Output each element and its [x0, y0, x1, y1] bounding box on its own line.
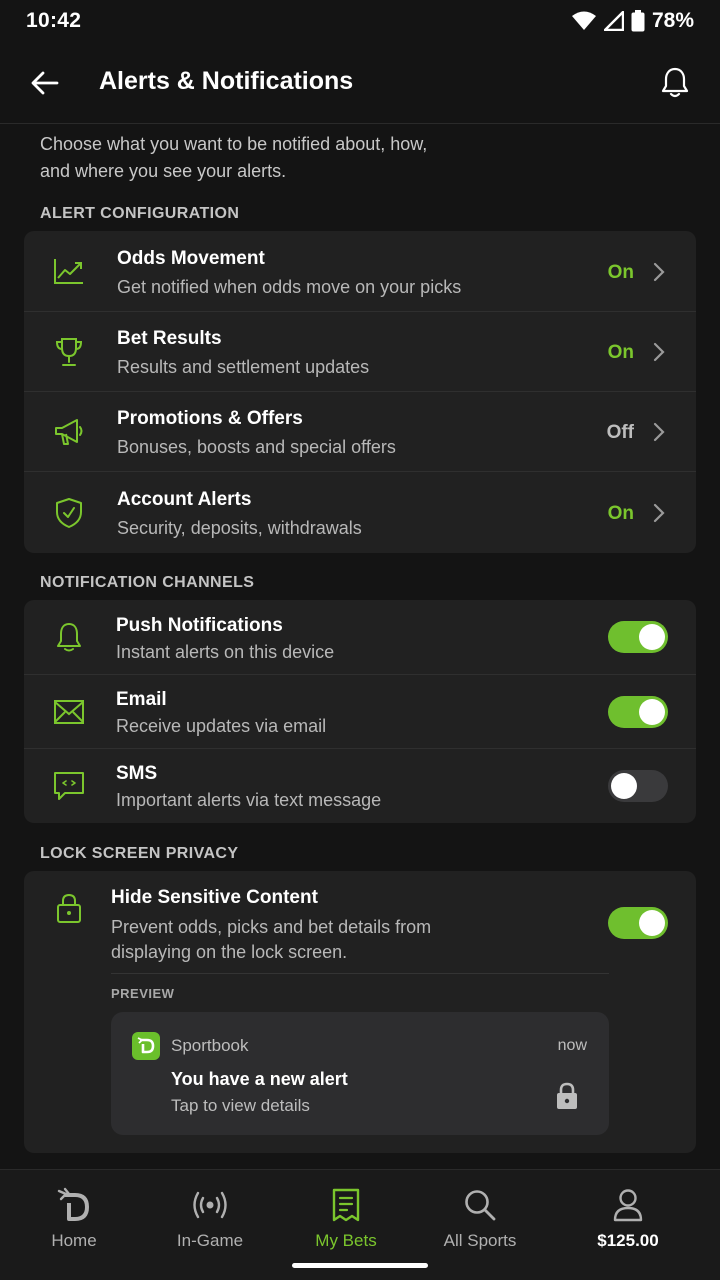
alert-subtitle: Results and settlement updates — [117, 357, 370, 377]
nav-label: My Bets — [315, 1231, 377, 1250]
alert-configuration-card: Odds Movement Get notified when odds mov… — [24, 231, 696, 553]
alert-title: Account Alerts — [117, 489, 252, 510]
notification-app-name: Sportbook — [171, 1036, 249, 1055]
channel-subtitle: Instant alerts on this device — [116, 642, 335, 662]
status-time: 10:42 — [26, 9, 82, 32]
status-bar: 10:42 78% — [0, 0, 720, 42]
nav-item-all-sports[interactable]: All Sports — [410, 1180, 550, 1260]
lock-icon — [557, 1082, 577, 1109]
chevron-right-icon — [653, 262, 665, 282]
channel-title: SMS — [116, 763, 158, 784]
home-indicator — [292, 1263, 428, 1268]
search-icon — [461, 1186, 499, 1224]
hide-sensitive-subtitle: Prevent odds, picks and bet details from… — [111, 915, 431, 965]
battery-percentage: 78% — [651, 9, 694, 32]
nav-item-home[interactable]: Home — [4, 1180, 144, 1260]
alert-state: On — [607, 503, 634, 524]
bell-icon — [661, 67, 689, 98]
alert-subtitle: Bonuses, boosts and special offers — [117, 437, 396, 457]
nav-item-in-game[interactable]: In-Game — [140, 1180, 280, 1260]
preview-label: PREVIEW — [111, 986, 175, 1001]
shield-check-icon — [52, 496, 86, 530]
notifications-button[interactable] — [658, 64, 692, 100]
intro-line-1: Choose what you want to be notified abou… — [40, 134, 428, 154]
alert-title: Promotions & Offers — [117, 408, 303, 429]
sms-toggle[interactable] — [608, 770, 668, 802]
toggle-knob — [639, 910, 665, 936]
toggle-knob — [639, 699, 665, 725]
channel-subtitle: Receive updates via email — [116, 716, 327, 736]
trophy-icon — [52, 335, 86, 369]
alert-subtitle: Security, deposits, withdrawals — [117, 518, 362, 538]
notification-channels-card: Push Notifications Instant alerts on thi… — [24, 600, 696, 823]
notification-preview: Sportbook now You have a new alert Tap t… — [111, 1012, 609, 1135]
app-bar: Alerts & Notifications — [0, 42, 720, 124]
back-button[interactable] — [28, 66, 62, 100]
alert-state: On — [607, 342, 634, 363]
chevron-right-icon — [653, 422, 665, 442]
trending-chart-icon — [52, 254, 86, 288]
alert-state: On — [607, 262, 634, 283]
subtitle-line-2: displaying on the lock screen. — [111, 942, 348, 962]
battery-icon — [631, 10, 645, 32]
hide-sensitive-toggle[interactable] — [608, 907, 668, 939]
intro-line-2: and where you see your alerts. — [40, 161, 287, 181]
cellular-signal-icon — [603, 11, 624, 31]
nav-item-my-bets[interactable]: My Bets — [276, 1180, 416, 1260]
section-heading-alert-configuration: ALERT CONFIGURATION — [40, 205, 240, 222]
nav-label: In-Game — [176, 1231, 244, 1250]
email-toggle[interactable] — [608, 696, 668, 728]
alert-subtitle: Get notified when odds move on your pick… — [117, 277, 462, 297]
chevron-right-icon — [653, 503, 665, 523]
notification-subtitle: Tap to view details — [171, 1096, 310, 1115]
bell-icon — [52, 620, 86, 654]
alert-row-account-alerts[interactable]: Account Alerts Security, deposits, withd… — [24, 472, 696, 553]
channel-row-email: Email Receive updates via email — [24, 675, 696, 749]
lock-screen-privacy-card: Hide Sensitive Content Prevent odds, pic… — [24, 871, 696, 1153]
toggle-knob — [611, 773, 637, 799]
notification-title: You have a new alert — [171, 1069, 348, 1089]
subtitle-line-1: Prevent odds, picks and bet details from — [111, 917, 432, 937]
alert-row-odds-movement[interactable]: Odds Movement Get notified when odds mov… — [24, 231, 696, 312]
alert-row-promotions-offers[interactable]: Promotions & Offers Bonuses, boosts and … — [24, 392, 696, 472]
live-signal-icon — [191, 1186, 229, 1224]
channel-row-sms: SMS Important alerts via text message — [24, 749, 696, 823]
alert-state: Off — [606, 422, 634, 443]
alert-title: Odds Movement — [117, 248, 265, 269]
nav-item-account[interactable]: $125.00 — [558, 1180, 698, 1260]
home-logo-icon — [55, 1186, 93, 1224]
page-title: Alerts & Notifications — [99, 67, 354, 95]
sportbook-app-icon — [132, 1032, 160, 1060]
intro-text: Choose what you want to be notified abou… — [40, 131, 500, 185]
account-icon — [609, 1186, 647, 1224]
megaphone-icon — [52, 415, 86, 449]
section-heading-lock-screen-privacy: LOCK SCREEN PRIVACY — [40, 845, 239, 862]
alert-title: Bet Results — [117, 328, 222, 349]
section-heading-notification-channels: NOTIFICATION CHANNELS — [40, 574, 255, 591]
nav-label: Home — [51, 1231, 97, 1250]
mail-icon — [52, 695, 86, 729]
bet-slip-icon — [327, 1186, 365, 1224]
channel-title: Email — [116, 689, 167, 710]
hide-sensitive-title: Hide Sensitive Content — [111, 887, 318, 908]
status-indicators: 78% — [571, 9, 694, 33]
chevron-right-icon — [653, 342, 665, 362]
push-notifications-toggle[interactable] — [608, 621, 668, 653]
channel-title: Push Notifications — [116, 615, 283, 636]
channel-row-push: Push Notifications Instant alerts on thi… — [24, 600, 696, 675]
lock-icon — [52, 891, 86, 925]
account-balance: $125.00 — [597, 1231, 659, 1250]
alert-row-bet-results[interactable]: Bet Results Results and settlement updat… — [24, 312, 696, 392]
channel-subtitle: Important alerts via text message — [116, 790, 382, 810]
toggle-knob — [639, 624, 665, 650]
nav-label: All Sports — [443, 1231, 517, 1250]
divider — [111, 973, 609, 974]
wifi-icon — [571, 11, 596, 30]
notification-time: now — [557, 1037, 587, 1054]
arrow-left-icon — [31, 71, 59, 95]
chat-icon — [52, 769, 86, 803]
